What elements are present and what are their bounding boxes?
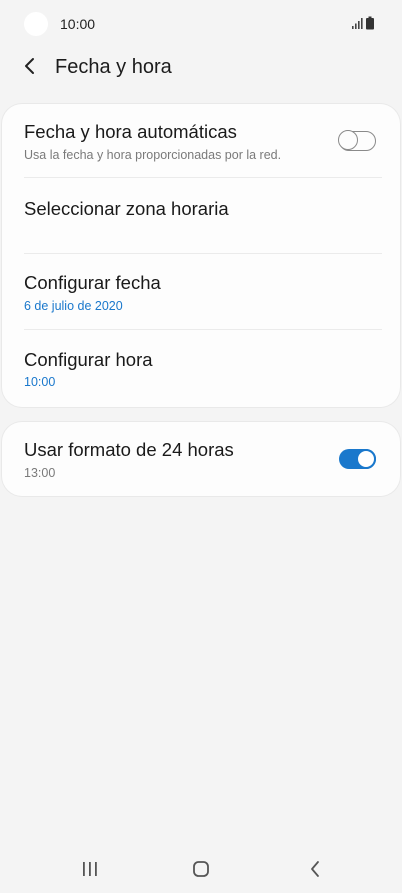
recents-button[interactable] — [70, 855, 110, 883]
date-time-settings-card: Fecha y hora automáticas Usa la fecha y … — [2, 104, 400, 407]
navigation-bar — [0, 845, 402, 893]
signal-icon — [352, 18, 363, 29]
home-icon — [193, 861, 209, 877]
system-back-button[interactable] — [295, 855, 335, 883]
battery-icon — [366, 16, 374, 30]
auto-date-time-switch[interactable] — [338, 130, 376, 151]
back-button[interactable] — [14, 50, 46, 82]
status-icons — [352, 16, 374, 30]
24-hour-format-switch[interactable] — [339, 449, 376, 469]
24-hour-format-row[interactable]: Usar formato de 24 horas 13:00 — [2, 422, 400, 496]
set-time-value: 10:00 — [24, 375, 56, 389]
notification-dot — [24, 12, 48, 36]
auto-date-time-subtitle: Usa la fecha y hora proporcionadas por l… — [24, 148, 282, 162]
status-time: 10:00 — [60, 16, 96, 32]
select-timezone-row[interactable]: Seleccionar zona horaria — [2, 178, 400, 254]
auto-date-time-title: Fecha y hora automáticas — [24, 121, 237, 142]
home-button[interactable] — [181, 855, 221, 883]
page-title: Fecha y hora — [55, 56, 172, 78]
back-icon — [311, 861, 319, 877]
app-bar: Fecha y hora — [0, 48, 402, 86]
set-date-title: Configurar fecha — [24, 272, 161, 293]
status-bar: 10:00 — [0, 0, 402, 48]
time-format-card: Usar formato de 24 horas 13:00 — [2, 422, 400, 496]
switch-knob — [338, 130, 359, 151]
switch-knob — [356, 449, 376, 469]
chevron-left-icon — [25, 58, 34, 74]
set-time-row[interactable]: Configurar hora 10:00 — [2, 330, 400, 407]
auto-date-time-row[interactable]: Fecha y hora automáticas Usa la fecha y … — [2, 104, 400, 180]
set-date-value: 6 de julio de 2020 — [24, 299, 123, 313]
24-hour-format-title: Usar formato de 24 horas — [24, 439, 234, 460]
select-timezone-title: Seleccionar zona horaria — [24, 198, 229, 219]
set-time-title: Configurar hora — [24, 349, 153, 370]
recents-icon — [83, 862, 97, 876]
set-date-row[interactable]: Configurar fecha 6 de julio de 2020 — [2, 254, 400, 330]
24-hour-format-subtitle: 13:00 — [24, 466, 56, 480]
